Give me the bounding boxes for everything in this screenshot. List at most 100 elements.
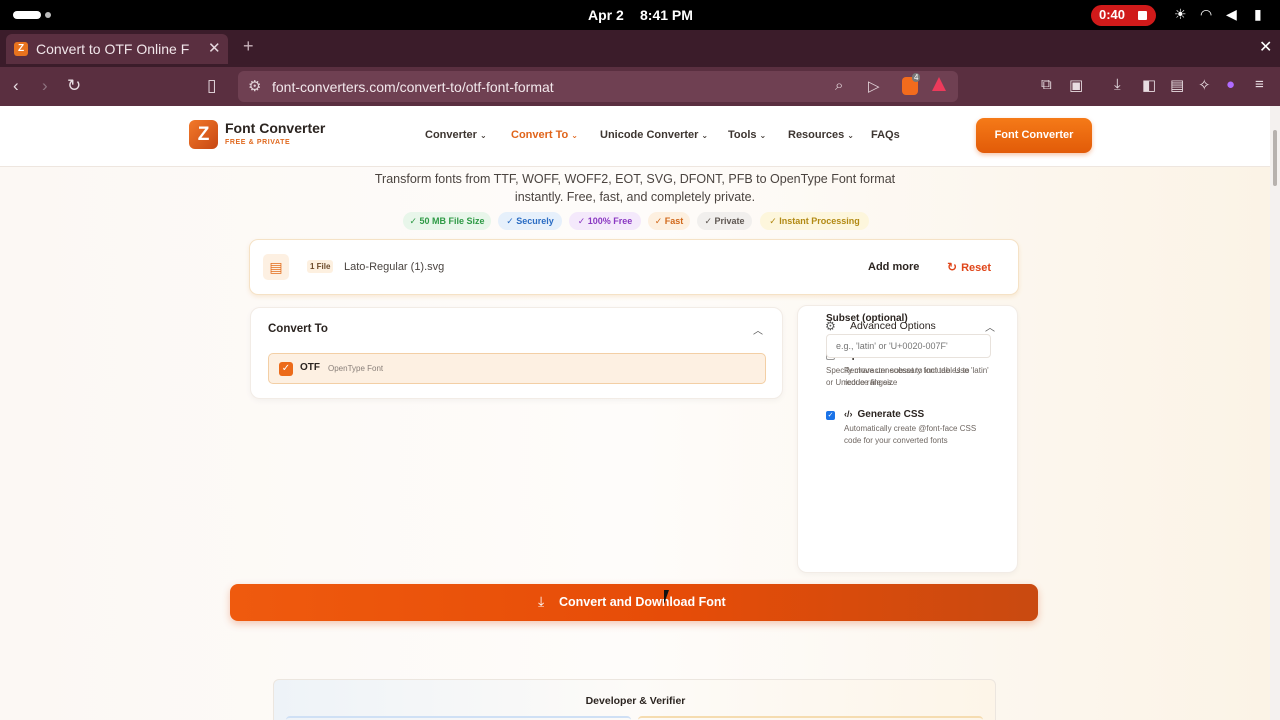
close-tab-icon[interactable]: ✕ (208, 39, 221, 57)
sidebar-icon[interactable]: ◧ (1142, 76, 1156, 94)
convert-download-button[interactable]: ⤓ Convert and Download Font (230, 584, 1038, 621)
chevron-down-icon: ⌄ (847, 131, 854, 140)
nav-convert-to-label: Convert To (511, 129, 569, 141)
nav-converter[interactable]: Converter ⌄ (425, 129, 487, 141)
convert-to-card: Convert To ︿ ✓ OTF OpenType Font (250, 307, 783, 399)
badge-securely: ✓ Securely (498, 212, 562, 230)
url-text[interactable]: font-converters.com/convert-to/otf-font-… (272, 79, 554, 95)
forward-icon[interactable]: › (42, 76, 48, 96)
nav-tools-label: Tools (728, 129, 757, 141)
nav-resources-label: Resources (788, 129, 845, 141)
reload-icon[interactable]: ↻ (67, 76, 81, 96)
page-scrollbar[interactable] (1270, 106, 1280, 720)
file-name: Lato-Regular (1).svg (344, 261, 445, 273)
advanced-options-card: ⚙ Advanced Options ︿ Optimize for web Re… (797, 305, 1018, 573)
badge-private: ✓ Private (697, 212, 752, 230)
badge-free-label: 100% Free (587, 216, 633, 226)
vpn-icon[interactable]: ● (1226, 76, 1235, 93)
code-icon: ‹/› (844, 409, 853, 419)
badge-fast-label: Fast (664, 216, 684, 226)
wallet-icon[interactable]: ▤ (1170, 76, 1184, 94)
generate-css-description: Automatically create @font-face CSS code… (844, 424, 977, 445)
browser-tab[interactable]: Z Convert to OTF Online F ✕ (6, 34, 228, 64)
extensions-icon[interactable]: ⧉ (1041, 76, 1052, 93)
badge-free: ✓ 100% Free (569, 212, 641, 230)
bookmark-icon[interactable]: ▯ (207, 76, 216, 96)
scroll-thumb[interactable] (1273, 130, 1277, 186)
back-icon[interactable]: ‹ (13, 76, 19, 96)
wifi-icon[interactable]: ◠ (1200, 6, 1212, 23)
favicon-icon: Z (14, 42, 28, 56)
page-content: Z Font Converter FREE & PRIVATE Converte… (0, 106, 1270, 720)
badge-file-size: ✓ 50 MB File Size (403, 212, 491, 230)
brand-name[interactable]: Font Converter (225, 120, 325, 136)
chevron-up-icon[interactable]: ︿ (985, 319, 995, 334)
badge-instant: ✓ Instant Processing (760, 212, 869, 230)
developer-panel-right (638, 716, 983, 720)
battery-icon[interactable]: ▮ (1254, 6, 1262, 23)
badge-file-size-label: 50 MB File Size (419, 216, 485, 226)
brightness-icon[interactable]: ☀ (1174, 6, 1187, 23)
nav-unicode-converter[interactable]: Unicode Converter ⌄ (600, 129, 708, 141)
format-name: OTF (300, 362, 320, 373)
address-bar[interactable]: ⚙ font-converters.com/convert-to/otf-fon… (238, 71, 958, 102)
nav-tools[interactable]: Tools ⌄ (728, 129, 766, 141)
browser-toolbar: ‹ › ↻ ▯ ⚙ font-converters.com/convert-to… (0, 67, 1280, 106)
format-description: OpenType Font (328, 364, 384, 373)
leo-icon[interactable]: ✧ (1198, 76, 1211, 94)
download-icon[interactable]: ⤓ (1114, 76, 1121, 93)
reset-button[interactable]: ↻ Reset (947, 260, 991, 274)
nav-resources[interactable]: Resources ⌄ (788, 129, 854, 141)
mouse-cursor-icon (664, 590, 669, 604)
generate-css-label: Generate CSS (857, 409, 925, 420)
convert-to-title: Convert To (268, 323, 328, 335)
chevron-down-icon: ⌄ (571, 131, 578, 140)
share-icon[interactable]: ▷ (868, 77, 880, 95)
developer-panel-left (286, 716, 631, 720)
convert-download-label: Convert and Download Font (559, 595, 726, 609)
download-icon: ⤓ (538, 593, 545, 609)
site-navbar: Z Font Converter FREE & PRIVATE Converte… (0, 106, 1270, 167)
nav-faqs-label: FAQs (871, 129, 900, 141)
reset-label: Reset (961, 262, 992, 274)
screenshot-icon[interactable]: ▣ (1069, 76, 1083, 94)
chevron-up-icon[interactable]: ︿ (753, 322, 763, 337)
badge-instant-label: Instant Processing (779, 216, 860, 226)
recording-time: 0:40 (1099, 7, 1126, 22)
developer-verifier-section: Developer & Verifier (273, 679, 996, 720)
nav-convert-to[interactable]: Convert To ⌄ (511, 129, 578, 141)
rewards-icon[interactable] (932, 77, 946, 91)
chevron-down-icon: ⌄ (759, 131, 767, 140)
hero-description: Transform fonts from TTF, WOFF, WOFF2, E… (360, 170, 910, 206)
subset-input[interactable] (826, 334, 991, 358)
menu-icon[interactable]: ≡ (1255, 76, 1264, 93)
developer-verifier-title: Developer & Verifier (585, 695, 686, 707)
status-date: Apr 2 (588, 7, 624, 23)
add-more-button[interactable]: Add more (868, 261, 919, 273)
nav-unicode-label: Unicode Converter (600, 129, 699, 141)
new-tab-icon[interactable]: + (243, 36, 254, 57)
check-icon[interactable]: ✓ (279, 362, 293, 376)
generate-css-title: ‹/› Generate CSS (844, 409, 924, 420)
nav-converter-label: Converter (425, 129, 477, 141)
volume-icon[interactable]: ◀ (1226, 6, 1237, 23)
hero-line-2: instantly. Free, fast, and completely pr… (514, 190, 756, 204)
file-icon: ▤ (263, 254, 289, 280)
nav-faqs[interactable]: FAQs (871, 129, 900, 141)
chevron-down-icon: ⌄ (701, 131, 709, 140)
recording-indicator[interactable]: 0:40 (1091, 5, 1156, 26)
zoom-icon[interactable]: ⌕ (835, 77, 843, 94)
status-time: 8:41 PM (640, 7, 693, 23)
hero-line-1: Transform fonts from TTF, WOFF, WOFF2, E… (374, 172, 896, 186)
subset-label: Subset (optional) (826, 313, 908, 324)
brand-tagline: FREE & PRIVATE (225, 139, 291, 146)
close-window-icon[interactable]: ✕ (1259, 37, 1272, 57)
file-count-badge: 1 File (307, 260, 334, 273)
badge-fast: ✓ Fast (648, 212, 690, 230)
site-settings-icon[interactable]: ⚙ (248, 77, 261, 95)
logo-icon[interactable]: Z (189, 120, 218, 149)
format-option-otf[interactable]: ✓ OTF OpenType Font (268, 353, 766, 384)
font-converter-button[interactable]: Font Converter (976, 118, 1092, 153)
refresh-icon: ↻ (947, 260, 958, 274)
generate-css-checkbox[interactable]: ✓ (826, 411, 835, 420)
